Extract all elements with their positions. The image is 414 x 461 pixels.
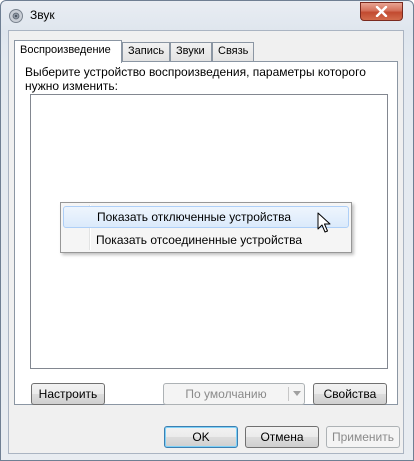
ok-button[interactable]: OK [164, 426, 238, 448]
close-button[interactable] [360, 2, 403, 21]
sound-dialog: Звук Воспроизведение Запись Звуки Связь … [0, 0, 414, 461]
cancel-button[interactable]: Отмена [245, 426, 319, 448]
menu-item-show-disconnected-devices[interactable]: Показать отсоединенные устройства [63, 229, 349, 251]
mouse-pointer-icon [317, 212, 331, 233]
set-default-label: По умолчанию [185, 387, 267, 401]
instruction-text: Выберите устройство воспроизведения, пар… [25, 65, 366, 93]
device-list-context-menu: Показать отключенные устройства Показать… [60, 202, 352, 253]
tab-communications[interactable]: Связь [212, 42, 254, 61]
set-default-split-button: По умолчанию [163, 383, 305, 405]
tab-recording[interactable]: Запись [122, 42, 170, 61]
apply-button: Применить [326, 426, 400, 448]
tab-playback[interactable]: Воспроизведение [14, 40, 122, 63]
title-bar[interactable]: Звук [1, 1, 413, 29]
close-icon [375, 6, 388, 17]
window-title: Звук [30, 8, 55, 22]
properties-button[interactable]: Свойства [313, 383, 387, 405]
chevron-down-icon [293, 391, 301, 396]
speaker-icon [9, 9, 23, 23]
configure-button[interactable]: Настроить [31, 383, 105, 405]
tab-sounds[interactable]: Звуки [170, 42, 212, 61]
split-divider [288, 387, 289, 401]
menu-item-show-disabled-devices[interactable]: Показать отключенные устройства [63, 206, 349, 228]
